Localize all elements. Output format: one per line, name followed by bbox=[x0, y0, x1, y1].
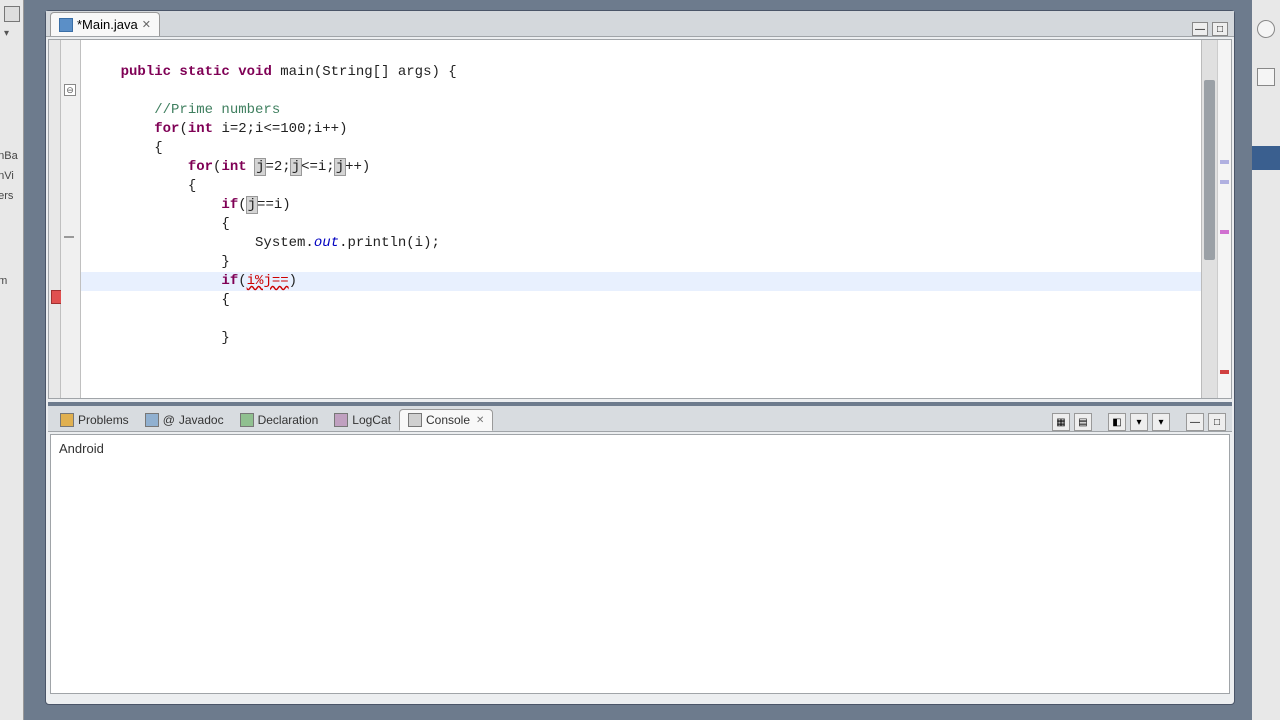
console-output[interactable]: Android bbox=[50, 434, 1230, 694]
overview-mark bbox=[1220, 160, 1229, 164]
left-trim: ▾ onBa onVi bers e em bbox=[0, 0, 24, 720]
console-line: Android bbox=[59, 441, 1221, 456]
console-dropdown-button[interactable]: ▾ bbox=[1130, 413, 1148, 431]
code-line: System.out.println(i); bbox=[87, 234, 1195, 253]
trim-accent bbox=[1252, 146, 1280, 170]
right-trim bbox=[1252, 0, 1280, 720]
code-line: } bbox=[87, 329, 1195, 348]
vertical-scrollbar[interactable] bbox=[1201, 40, 1217, 398]
view-tab-bar: Problems @ Javadoc Declaration LogCat Co… bbox=[48, 406, 1232, 432]
progress-icon[interactable] bbox=[1257, 20, 1275, 38]
problems-icon bbox=[60, 413, 74, 427]
code-line bbox=[87, 82, 1195, 101]
marker-bar bbox=[49, 40, 61, 398]
view-toolbar: ▦ ▤ ◧ ▾ ▾ — □ bbox=[1052, 413, 1232, 431]
scroll-thumb[interactable] bbox=[1204, 80, 1215, 260]
logcat-icon bbox=[334, 413, 348, 427]
editor-tab-main-java[interactable]: *Main.java ✕ bbox=[50, 12, 160, 36]
editor-frame: *Main.java ✕ — □ ⊖ public static void ma… bbox=[45, 10, 1235, 705]
code-line: { bbox=[87, 291, 1195, 310]
code-line: { bbox=[87, 177, 1195, 196]
code-line bbox=[87, 310, 1195, 329]
trim-label: onBa bbox=[0, 150, 18, 162]
overview-mark bbox=[1220, 180, 1229, 184]
overview-error-mark bbox=[1220, 370, 1229, 374]
trim-label: em bbox=[0, 275, 7, 287]
open-console-button[interactable]: ▤ bbox=[1074, 413, 1092, 431]
code-line bbox=[87, 44, 1195, 63]
javadoc-icon bbox=[145, 413, 159, 427]
minimize-view-button[interactable]: — bbox=[1186, 413, 1204, 431]
tab-javadoc[interactable]: @ Javadoc bbox=[137, 409, 232, 431]
outline-icon[interactable] bbox=[1257, 68, 1275, 86]
pin-console-button[interactable]: ◧ bbox=[1108, 413, 1126, 431]
fold-toggle[interactable]: ⊖ bbox=[64, 84, 76, 96]
tab-logcat[interactable]: LogCat bbox=[326, 409, 399, 431]
close-icon[interactable]: ✕ bbox=[476, 415, 484, 426]
code-line: for(int i=2;i<=100;i++) bbox=[87, 120, 1195, 139]
tab-label: Problems bbox=[78, 413, 129, 427]
folding-gutter[interactable]: ⊖ bbox=[61, 40, 81, 398]
views-panel: Problems @ Javadoc Declaration LogCat Co… bbox=[48, 402, 1232, 702]
fold-line bbox=[64, 236, 74, 238]
code-line: public static void main(String[] args) { bbox=[87, 63, 1195, 82]
overview-mark bbox=[1220, 230, 1229, 234]
code-line: //Prime numbers bbox=[87, 101, 1195, 120]
close-icon[interactable]: ✕ bbox=[142, 18, 151, 31]
package-explorer-icon[interactable] bbox=[4, 6, 20, 22]
tab-problems[interactable]: Problems bbox=[52, 409, 137, 431]
clear-console-button[interactable]: ▾ bbox=[1152, 413, 1170, 431]
minimize-button[interactable]: — bbox=[1192, 22, 1208, 36]
overview-ruler[interactable] bbox=[1217, 40, 1231, 398]
trim-label: bers bbox=[0, 190, 13, 202]
code-editor[interactable]: ⊖ public static void main(String[] args)… bbox=[48, 39, 1232, 399]
tab-label: Javadoc bbox=[179, 413, 224, 427]
tab-label: LogCat bbox=[352, 413, 391, 427]
code-line: for(int j=2;j<=i;j++) bbox=[87, 158, 1195, 177]
maximize-button[interactable]: □ bbox=[1212, 22, 1228, 36]
editor-tab-bar: *Main.java ✕ — □ bbox=[46, 11, 1234, 37]
editor-tab-title: *Main.java bbox=[77, 17, 138, 32]
maximize-view-button[interactable]: □ bbox=[1208, 413, 1226, 431]
tab-label: Console bbox=[426, 413, 470, 427]
code-line: { bbox=[87, 139, 1195, 158]
code-line: if(i%j==) bbox=[87, 272, 1195, 291]
tab-declaration[interactable]: Declaration bbox=[232, 409, 327, 431]
code-text-area[interactable]: public static void main(String[] args) {… bbox=[81, 40, 1201, 398]
code-line: { bbox=[87, 215, 1195, 234]
trim-label: onVi bbox=[0, 170, 14, 182]
chevron-down-icon[interactable]: ▾ bbox=[4, 28, 19, 39]
console-icon bbox=[408, 413, 422, 427]
declaration-icon bbox=[240, 413, 254, 427]
code-line: } bbox=[87, 253, 1195, 272]
tab-console[interactable]: Console ✕ bbox=[399, 409, 493, 431]
java-file-icon bbox=[59, 18, 73, 32]
editor-window-buttons: — □ bbox=[1192, 22, 1234, 36]
tab-label: Declaration bbox=[258, 413, 319, 427]
display-console-button[interactable]: ▦ bbox=[1052, 413, 1070, 431]
code-line: if(j==i) bbox=[87, 196, 1195, 215]
